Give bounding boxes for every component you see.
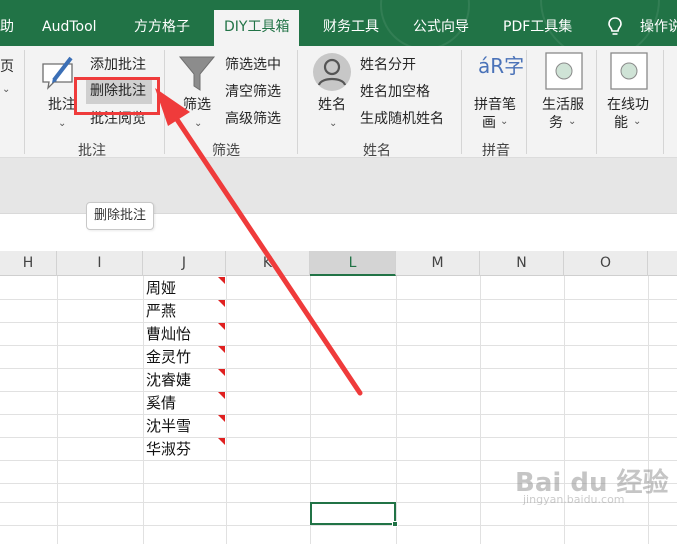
grid-line <box>0 460 677 461</box>
grid-line <box>0 322 677 323</box>
clear-filter-button[interactable]: 清空筛选 <box>225 83 281 101</box>
grid-line <box>396 276 397 544</box>
lightbulb-icon[interactable] <box>608 17 622 37</box>
grid-line <box>0 437 677 438</box>
cell-J-name[interactable]: 沈睿婕 <box>146 369 191 391</box>
pinyin-icon: áR字 <box>478 54 525 78</box>
column-header-M[interactable]: M <box>396 251 480 276</box>
group-label-comment: 批注 <box>78 143 106 159</box>
grid-line <box>143 276 144 544</box>
column-header-I[interactable]: I <box>57 251 143 276</box>
active-cell-selection[interactable] <box>310 502 396 525</box>
tab-help-partial[interactable]: 助 <box>0 10 14 46</box>
comment-indicator-icon <box>218 346 225 353</box>
column-header-O[interactable]: O <box>564 251 648 276</box>
random-name-button[interactable]: 生成随机姓名 <box>360 110 444 128</box>
add-comment-button[interactable]: 添加批注 <box>90 56 146 74</box>
group-separator <box>663 50 664 154</box>
grid-line <box>57 276 58 544</box>
person-avatar-icon <box>313 53 351 91</box>
chevron-down-icon: ⌄ <box>633 116 642 127</box>
comment-indicator-icon <box>218 300 225 307</box>
chevron-down-icon: ⌄ <box>329 118 338 129</box>
grid-line <box>648 276 649 544</box>
highlight-annotation-box <box>74 77 160 115</box>
group-separator <box>596 50 597 154</box>
comment-indicator-icon <box>218 438 225 445</box>
pinyin-stroke-button-line2: 画 <box>482 115 496 131</box>
cell-J-name[interactable]: 华淑芬 <box>146 438 191 460</box>
group-separator <box>164 50 165 154</box>
group-label-filter: 筛选 <box>212 143 240 159</box>
column-header-L[interactable]: L <box>310 251 396 276</box>
grid-line <box>0 299 677 300</box>
name-add-space-button[interactable]: 姓名加空格 <box>360 83 430 101</box>
tab-fangfang-gezi[interactable]: 方方格子 <box>134 10 190 46</box>
cell-J-name[interactable]: 奚倩 <box>146 392 176 414</box>
comment-indicator-icon <box>218 392 225 399</box>
column-header-K[interactable]: K <box>226 251 310 276</box>
group-separator <box>297 50 298 154</box>
tab-formula-wizard[interactable]: 公式向导 <box>413 10 469 46</box>
comment-indicator-icon <box>218 323 225 330</box>
group-label-pinyin: 拼音 <box>482 143 510 159</box>
column-header-J[interactable]: J <box>143 251 226 276</box>
tab-audtool[interactable]: AudTool <box>42 10 97 46</box>
life-service-button-line2: 务 <box>549 115 563 131</box>
comment-button[interactable]: 批注 <box>48 96 76 114</box>
grid-line <box>0 525 677 526</box>
delete-comment-tooltip: 删除批注 <box>86 202 154 230</box>
funnel-filter-icon <box>178 56 216 91</box>
online-function-button-line2: 能 <box>614 115 628 131</box>
tab-finance-tools[interactable]: 财务工具 <box>323 10 379 46</box>
grid-line <box>0 345 677 346</box>
advanced-filter-button[interactable]: 高级筛选 <box>225 110 281 128</box>
cell-J-name[interactable]: 金灵竹 <box>146 346 191 368</box>
grid-line <box>226 276 227 544</box>
chevron-down-icon: ⌄ <box>2 84 11 95</box>
tab-pdf-tools[interactable]: PDF工具集 <box>503 10 572 46</box>
column-header-row: H I J K L M N O <box>0 251 677 276</box>
ribbon-left-partial-label: 页 <box>0 59 14 75</box>
tell-me-search[interactable]: 操作说 <box>640 10 677 44</box>
name-button[interactable]: 姓名 <box>318 96 346 114</box>
cell-J-name[interactable]: 曹灿怡 <box>146 323 191 345</box>
baidu-watermark-url: jingyan.baidu.com <box>523 493 625 506</box>
ribbon-tab-bar: 助 AudTool 方方格子 DIY工具箱 财务工具 公式向导 PDF工具集 操… <box>0 0 677 46</box>
chevron-down-icon: ⌄ <box>500 116 509 127</box>
pinyin-stroke-button[interactable]: 拼音笔 <box>474 96 516 114</box>
cell-J-name[interactable]: 严燕 <box>146 300 176 322</box>
grid-line <box>0 368 677 369</box>
online-function-button[interactable]: 在线功 <box>607 96 649 114</box>
comment-indicator-icon <box>218 277 225 284</box>
comment-indicator-icon <box>218 415 225 422</box>
chevron-down-icon: ⌄ <box>194 118 203 129</box>
grid-line <box>0 391 677 392</box>
fill-handle[interactable] <box>392 521 398 527</box>
group-separator <box>526 50 527 154</box>
group-label-name: 姓名 <box>363 143 391 159</box>
grid-line <box>480 276 481 544</box>
filter-button[interactable]: 筛选 <box>183 96 211 114</box>
life-service-button[interactable]: 生活服 <box>542 96 584 114</box>
ribbon-panel: 页 ⌄ 批注 ⌄ 添加批注 删除批注 批注阅览 批注 筛选 ⌄ 筛选选中 清空筛… <box>0 46 677 159</box>
chevron-down-icon: ⌄ <box>58 118 67 129</box>
tab-diy-toolbox[interactable]: DIY工具箱 <box>214 10 300 46</box>
group-separator <box>24 50 25 154</box>
grid-line <box>0 414 677 415</box>
life-service-icon <box>545 52 583 90</box>
chevron-down-icon: ⌄ <box>568 116 577 127</box>
filter-selected-button[interactable]: 筛选选中 <box>225 56 281 74</box>
split-name-button[interactable]: 姓名分开 <box>360 56 416 74</box>
group-separator <box>461 50 462 154</box>
column-header-N[interactable]: N <box>480 251 564 276</box>
cell-J-name[interactable]: 沈半雪 <box>146 415 191 437</box>
column-header-H[interactable]: H <box>0 251 57 276</box>
cell-J-name[interactable]: 周娅 <box>146 277 176 299</box>
comment-indicator-icon <box>218 369 225 376</box>
online-function-icon <box>610 52 648 90</box>
